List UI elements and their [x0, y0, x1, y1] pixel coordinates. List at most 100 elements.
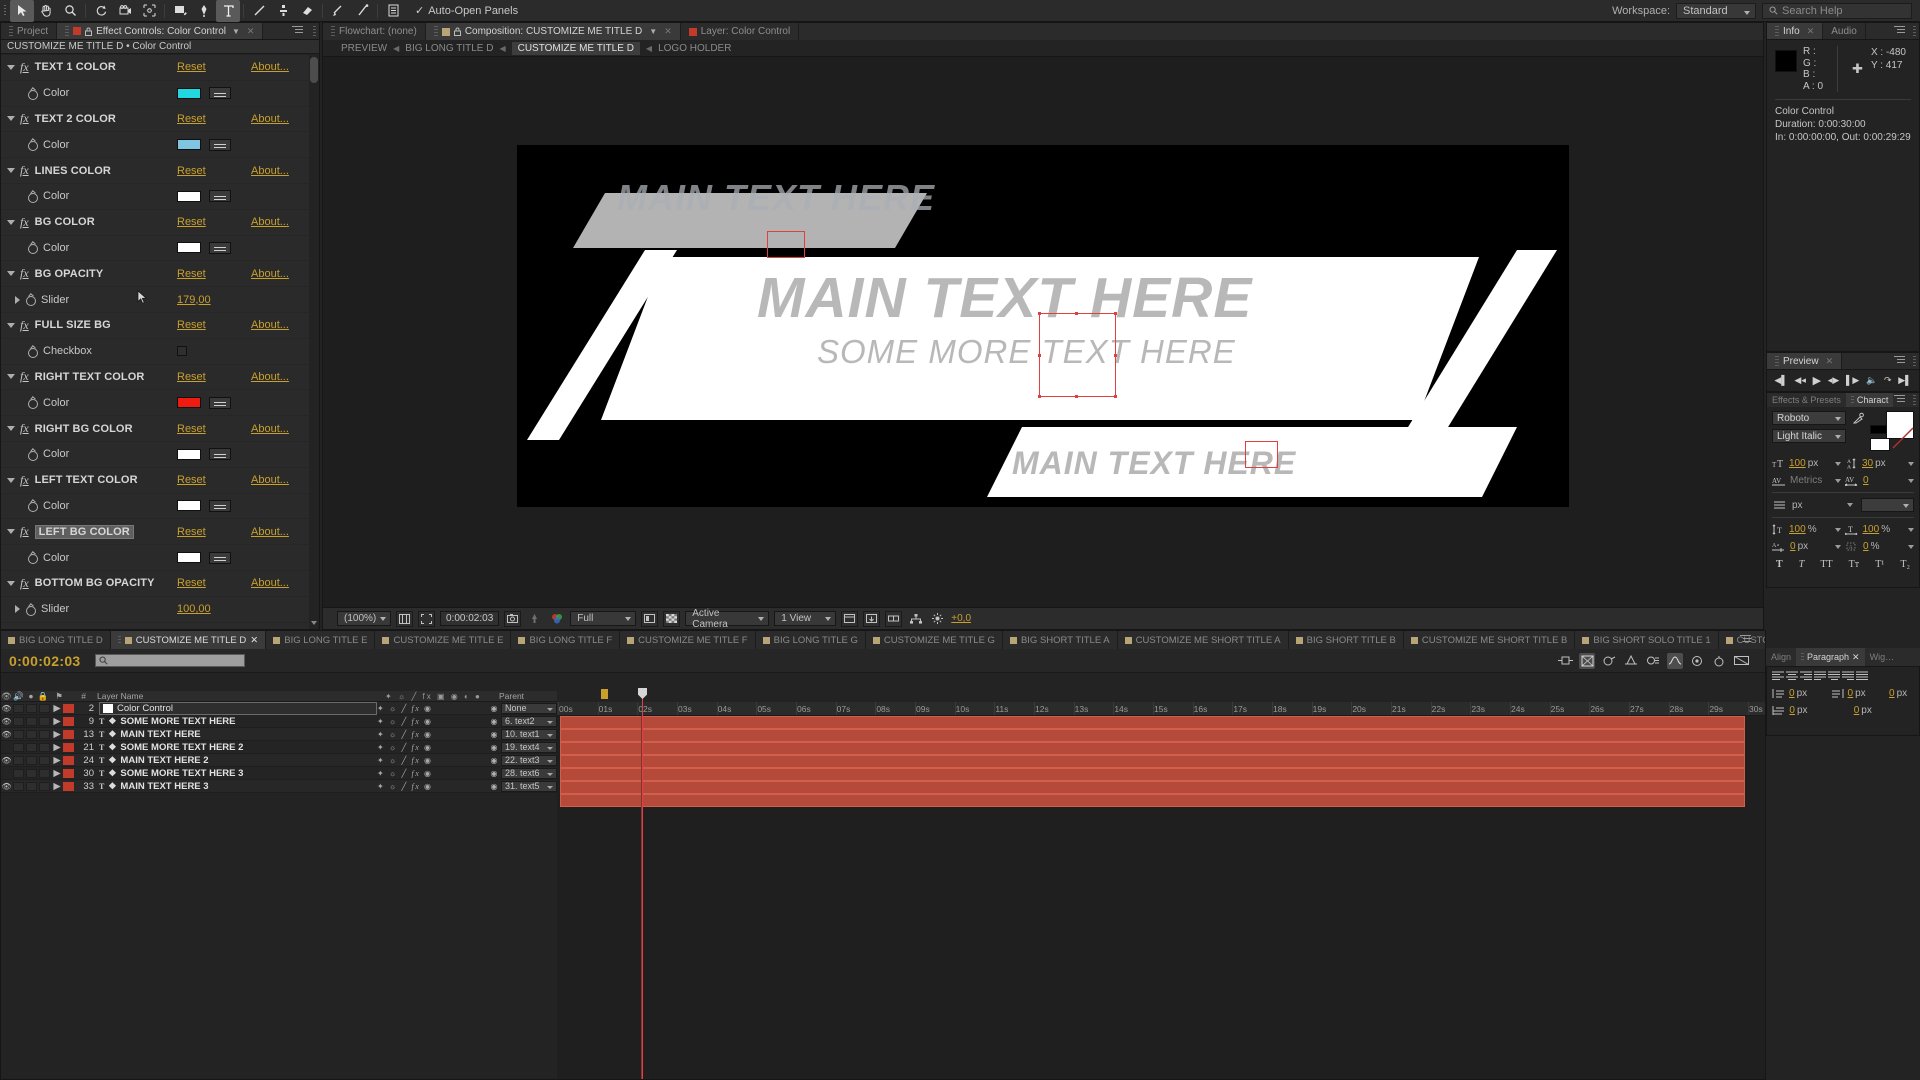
effect-reset-link[interactable]: Reset [177, 371, 206, 383]
exposure-value[interactable]: +0,0 [951, 613, 971, 624]
pixel-aspect-correction-icon[interactable] [841, 610, 859, 627]
layer-switches[interactable]: ✦ ☼ ╱ fx ◉ [377, 756, 487, 765]
parent-dropdown[interactable]: 10. text1 [501, 728, 557, 740]
region-of-interest-icon[interactable] [418, 610, 435, 627]
stroke-width-field[interactable]: px [1790, 500, 1853, 511]
layer-twirl-icon[interactable]: ▶ [51, 729, 63, 740]
font-style-dropdown[interactable]: Light Italic [1772, 429, 1846, 443]
color-swatch[interactable] [177, 500, 201, 512]
tsume-field[interactable]: 0 % [1863, 541, 1914, 552]
property-twirl-icon[interactable] [15, 605, 20, 614]
video-toggle-icon[interactable]: 👁 [1, 756, 12, 765]
space-after-field[interactable]: 0 px [1854, 705, 1914, 716]
layer-duration-bar[interactable] [560, 781, 1745, 794]
audio-toggle[interactable] [13, 768, 24, 778]
font-size-caret-icon[interactable] [1835, 461, 1841, 466]
audio-toggle[interactable] [13, 716, 24, 726]
puppet-tool[interactable] [350, 0, 374, 22]
layer-name-header[interactable]: Layer Name [91, 691, 385, 701]
rotation-tool[interactable] [89, 0, 113, 22]
breadcrumb-big-long-title-d[interactable]: BIG LONG TITLE D [405, 43, 493, 54]
align-left-icon[interactable] [1772, 671, 1785, 685]
preview-panel-grip-icon[interactable] [1913, 356, 1916, 367]
anchor-box-center[interactable] [1039, 313, 1116, 397]
tsume-caret-icon[interactable] [1908, 544, 1914, 549]
effect-row-left-bg-color[interactable]: fx LEFT BG COLOR Reset About... [1, 519, 309, 546]
effect-property-color[interactable]: Color [1, 235, 309, 262]
scroll-down-arrow-icon[interactable] [311, 621, 317, 625]
close-icon-5[interactable]: ✕ [1852, 652, 1860, 663]
small-caps-button[interactable]: Tᴛ [1849, 559, 1859, 570]
subscript-button[interactable]: T₂ [1900, 559, 1910, 570]
comp-tab-5[interactable]: CUSTOMIZE ME TITLE F [620, 631, 756, 649]
effect-about-link[interactable]: About... [251, 61, 289, 73]
play-icon[interactable]: ▶ [1813, 374, 1821, 387]
effect-reset-link[interactable]: Reset [177, 61, 206, 73]
solo-toggle[interactable] [26, 703, 37, 713]
next-frame-icon[interactable]: ◂▶ [1828, 375, 1839, 386]
channel-rgb-icon[interactable] [548, 611, 565, 627]
effect-reset-link[interactable]: Reset [177, 216, 206, 228]
grid-guides-icon[interactable] [396, 610, 413, 627]
audio-toggle[interactable] [13, 703, 24, 713]
layer-switches[interactable]: ✦ ☼ ╱ fx ◉ [377, 704, 487, 713]
eyedropper-icon-7[interactable] [209, 448, 231, 461]
font-family-dropdown[interactable]: Roboto [1772, 411, 1846, 425]
info-panel-menu-icon[interactable] [1894, 26, 1905, 35]
layer-name[interactable]: T ❖ MAIN TEXT HERE 3 [99, 781, 377, 792]
layer-switches[interactable]: ✦ ☼ ╱ fx ◉ [377, 730, 487, 739]
lock-toggle[interactable] [39, 716, 50, 726]
effect-about-link[interactable]: About... [251, 423, 289, 435]
lock-toggle[interactable] [39, 703, 50, 713]
comp-tab-4[interactable]: BIG LONG TITLE F [511, 631, 621, 649]
viewer-stage[interactable]: MAIN TEXT HERE MAIN TEXT HERE SOME MORE … [323, 57, 1763, 595]
effect-property-color[interactable]: Color [1, 441, 309, 468]
table-row[interactable]: ▶ 30 T ❖ SOME MORE TEXT HERE 3 ✦ ☼ ╱ fx ◉ ◉ 28… [1, 767, 557, 780]
parent-pickwhip-icon[interactable]: ◉ [487, 743, 501, 752]
label-color-swatch[interactable] [63, 755, 74, 765]
first-line-indent-field[interactable]: 0 px [1789, 705, 1849, 716]
justify-last-right-icon[interactable] [1842, 671, 1855, 685]
effect-controls-scrollbar[interactable] [309, 55, 319, 629]
tab-character[interactable]: Charact [1845, 393, 1894, 407]
tab-composition[interactable]: Composition: CUSTOMIZE ME TITLE D ▼ ✕ [425, 23, 681, 40]
layer-duration-bar[interactable] [560, 742, 1745, 755]
stroke-color-swatch[interactable] [1870, 438, 1890, 451]
fast-previews-icon[interactable] [863, 610, 881, 627]
comp-tab-10[interactable]: BIG SHORT TITLE B [1288, 631, 1404, 649]
label-color-swatch[interactable] [63, 716, 74, 726]
roto-brush-tool[interactable] [326, 0, 350, 22]
layer-name[interactable]: T ❖ SOME MORE TEXT HERE 2 [99, 742, 377, 753]
effect-about-link[interactable]: About... [251, 526, 289, 538]
comp-tab-6[interactable]: BIG LONG TITLE G [755, 631, 866, 649]
timeline-ruler[interactable]: 00s 01s 02s 03s 04s 05s 06s 07s 08s 09s 10s 11s 12s 1… [557, 702, 1765, 716]
solo-toggle[interactable] [26, 716, 37, 726]
slider-value[interactable]: 179,00 [177, 294, 211, 306]
audio-toggle[interactable] [13, 781, 24, 791]
effect-row-bg-color[interactable]: fx BG COLOR Reset About... [1, 210, 309, 236]
text-color-swatches[interactable] [1870, 411, 1914, 451]
effect-property-color[interactable]: Color [1, 183, 309, 210]
space-before-field[interactable]: 0 px [1889, 688, 1914, 699]
horizontal-scale-caret-icon[interactable] [1908, 527, 1914, 532]
tab-flowchart[interactable]: Flowchart: (none) [323, 23, 426, 40]
effect-row-lines-color[interactable]: fx LINES COLOR Reset About... [1, 158, 309, 184]
clone-stamp-tool[interactable] [271, 0, 295, 22]
video-toggle-icon[interactable]: 👁 [1, 730, 12, 739]
breadcrumb-preview[interactable]: PREVIEW [341, 43, 387, 54]
current-time-indicator[interactable] [638, 688, 647, 1079]
tab-project[interactable]: Project [1, 23, 58, 39]
timeline-tabs-menu-icon[interactable] [1740, 635, 1751, 644]
leading-field[interactable]: 30 px [1862, 458, 1914, 469]
layer-name[interactable]: T ❖ SOME MORE TEXT HERE 3 [99, 768, 377, 779]
pen-tool[interactable] [192, 0, 216, 22]
color-swatch[interactable] [177, 397, 201, 409]
stopwatch-icon[interactable] [27, 397, 38, 410]
stopwatch-icon[interactable] [27, 552, 38, 565]
lock-toggle[interactable] [39, 729, 50, 739]
tab-info[interactable]: Info ✕ [1767, 23, 1824, 39]
twirl-icon[interactable] [7, 168, 15, 174]
effect-about-link[interactable]: About... [251, 371, 289, 383]
effect-about-link[interactable]: About... [251, 474, 289, 486]
effect-reset-link[interactable]: Reset [177, 526, 206, 538]
